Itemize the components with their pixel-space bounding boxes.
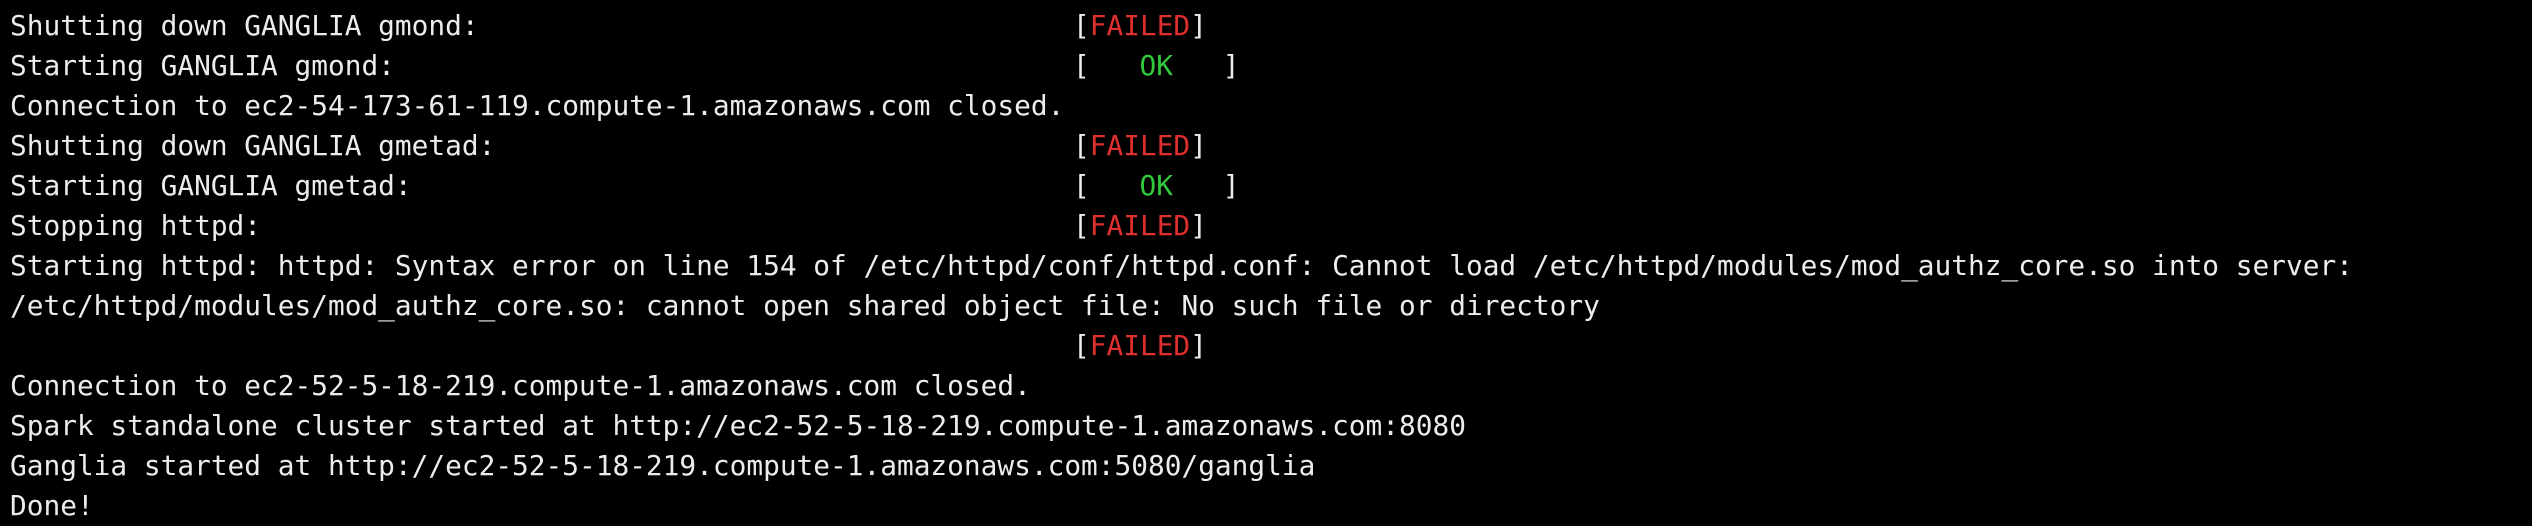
status-text: FAILED <box>1089 329 1191 362</box>
bracket-close: ] <box>1222 169 1240 202</box>
status-text: FAILED <box>1089 129 1191 162</box>
terminal-line-error: Starting httpd: httpd: Syntax error on l… <box>10 249 2353 282</box>
bracket-open: [ <box>1073 209 1090 242</box>
status-badge-failed: [FAILED] <box>1073 326 1207 366</box>
terminal-line-text: Connection to ec2-54-173-61-119.compute-… <box>10 89 1065 122</box>
bracket-open: [ <box>1073 9 1090 42</box>
bracket-open: [ <box>1073 329 1090 362</box>
bracket-close: ] <box>1190 9 1207 42</box>
terminal-line-text: Done! <box>10 489 94 522</box>
terminal-line-text: Starting GANGLIA gmetad: <box>10 169 412 202</box>
terminal-line-text: Shutting down GANGLIA gmetad: <box>10 129 496 162</box>
terminal-line-error: /etc/httpd/modules/mod_authz_core.so: ca… <box>10 289 1600 322</box>
status-badge-failed: [FAILED] <box>1073 6 1207 46</box>
bracket-close: ] <box>1190 129 1207 162</box>
terminal-line-text: Ganglia started at http://ec2-52-5-18-21… <box>10 449 1316 482</box>
bracket-close: ] <box>1190 329 1207 362</box>
bracket-open: [ <box>1073 169 1090 202</box>
status-badge-failed: [FAILED] <box>1073 206 1207 246</box>
terminal-line-text: Starting GANGLIA gmond: <box>10 49 395 82</box>
status-text: OK <box>1139 169 1173 202</box>
bracket-open: [ <box>1073 49 1090 82</box>
status-text: FAILED <box>1089 9 1191 42</box>
terminal-line-text: Spark standalone cluster started at http… <box>10 409 1466 442</box>
status-text: FAILED <box>1089 209 1191 242</box>
terminal-line-text: Stopping httpd: <box>10 209 262 242</box>
status-badge-failed: [FAILED] <box>1073 126 1207 166</box>
terminal-line-text: Connection to ec2-52-5-18-219.compute-1.… <box>10 369 1031 402</box>
bracket-close: ] <box>1222 49 1240 82</box>
terminal-window[interactable]: Shutting down GANGLIA gmond: [FAILED] St… <box>0 0 2532 526</box>
status-text: OK <box>1139 49 1173 82</box>
terminal-line-text: Shutting down GANGLIA gmond: <box>10 9 479 42</box>
bracket-open: [ <box>1073 129 1090 162</box>
status-badge-ok: [ OK] <box>1073 46 1240 86</box>
status-badge-ok: [ OK] <box>1073 166 1240 206</box>
bracket-close: ] <box>1190 209 1207 242</box>
